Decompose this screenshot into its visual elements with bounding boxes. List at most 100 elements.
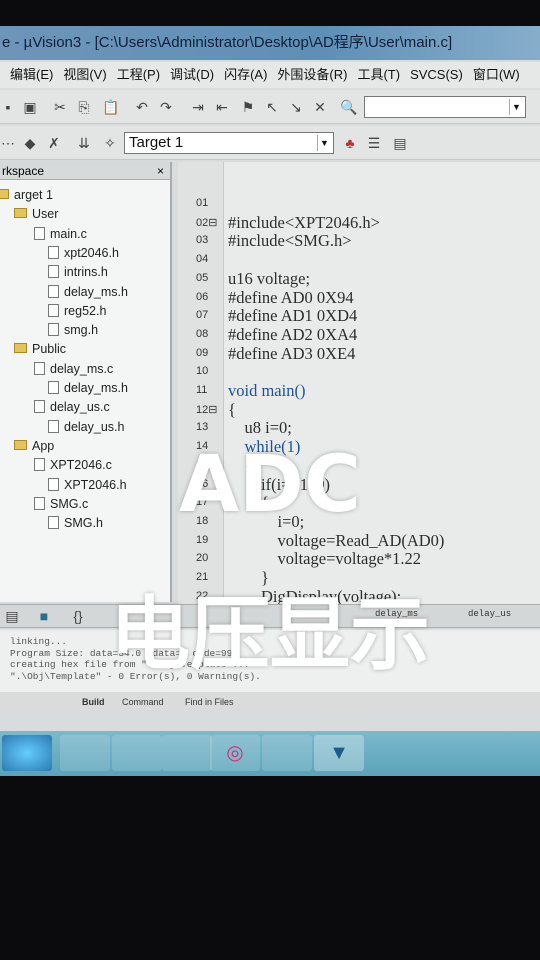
workspace-panel: rkspace × arget 1 User main.c xpt2046.h intr… (0, 162, 172, 602)
line-number: 07 (196, 309, 209, 322)
menu-item[interactable]: 编辑(E) (10, 67, 53, 82)
tree-item-label: arget 1 (14, 188, 53, 202)
tree-item[interactable]: delay_ms.h (48, 379, 128, 397)
manage-components-icon[interactable]: ☰ (366, 135, 382, 151)
tree-item[interactable]: delay_us.c (34, 398, 110, 416)
target-options-icon[interactable]: ♣ (342, 135, 358, 151)
close-icon[interactable]: × (157, 162, 164, 180)
taskbar-rss-icon[interactable]: ◎ (210, 735, 260, 771)
menu-item[interactable]: SVCS(S) (410, 67, 463, 82)
chevron-down-icon[interactable]: ▼ (317, 135, 331, 151)
redo-icon[interactable]: ↷ (158, 99, 174, 115)
folder-icon (0, 189, 9, 199)
tree-item[interactable]: delay_us.h (48, 418, 124, 436)
tree-item-label: reg52.h (64, 303, 107, 318)
menu-item[interactable]: 外围设备(R) (277, 67, 347, 82)
taskbar-app-icon[interactable] (162, 735, 212, 771)
clear-bookmarks-icon[interactable]: ✕ (312, 99, 328, 115)
code-line[interactable]: { (228, 400, 236, 420)
menu-item[interactable]: 窗口(W) (473, 67, 520, 82)
compile-icon[interactable]: ⋯ (0, 135, 16, 151)
target-select[interactable]: Target 1 ▼ (124, 132, 334, 154)
tree-item[interactable]: Public (14, 340, 66, 358)
code-line[interactable]: voltage=Read_AD(AD0) (228, 531, 445, 551)
taskbar-keil-icon[interactable]: ▼ (314, 735, 364, 771)
code-line[interactable]: u16 voltage; (228, 269, 310, 289)
code-line[interactable]: #include<SMG.h> (228, 231, 352, 251)
title-bar: e - µVision3 - [C:\Users\Administrator\D… (0, 26, 540, 60)
books-icon[interactable]: ▤ (392, 135, 408, 151)
download-icon[interactable]: ⇊ (76, 135, 92, 151)
find-in-files-icon[interactable]: 🔍 (340, 99, 357, 115)
cut-icon[interactable]: ✂ (52, 99, 68, 115)
code-line[interactable]: #define AD2 0XA4 (228, 325, 357, 345)
file-icon (48, 284, 59, 298)
line-number: 06 (196, 290, 209, 303)
tab-build[interactable]: Build (82, 692, 105, 712)
tree-item[interactable]: reg52.h (48, 302, 106, 320)
code-line[interactable]: #define AD3 0XE4 (228, 344, 355, 364)
folder-icon (14, 343, 27, 354)
rebuild-icon[interactable]: ✗ (46, 135, 62, 151)
taskbar-explorer-icon[interactable] (60, 735, 110, 771)
code-line[interactable]: #define AD0 0X94 (228, 288, 354, 308)
copy-icon[interactable]: ⎘ (76, 99, 92, 115)
workspace-title: rkspace (2, 164, 45, 178)
unindent-icon[interactable]: ⇤ (214, 99, 230, 115)
tree-item[interactable]: main.c (34, 225, 87, 243)
code-line[interactable]: #define AD1 0XD4 (228, 306, 357, 326)
build-icon[interactable]: ◆ (22, 135, 38, 151)
taskbar: ◎ ▼ (0, 731, 540, 776)
code-editor[interactable]: 01 02⊟ 03 04 05 06 07 08 09 10 11 12⊟ 13 14 15 16 17 18 19… (178, 162, 540, 606)
menu-item[interactable]: 工程(P) (117, 67, 160, 82)
indent-icon[interactable]: ⇥ (190, 99, 206, 115)
taskbar-app-icon[interactable] (112, 735, 162, 771)
menu-item[interactable]: 工具(T) (357, 67, 400, 82)
tree-item[interactable]: xpt2046.h (48, 244, 119, 262)
code-line[interactable]: #include<XPT2046.h> (228, 213, 380, 233)
tree-item[interactable]: delay_ms.h (48, 283, 128, 301)
taskbar-app-icon[interactable] (262, 735, 312, 771)
tab-command[interactable]: Command (122, 692, 164, 712)
tab-find-in-files[interactable]: Find in Files (185, 692, 234, 712)
tree-item-label: delay_us.h (64, 419, 125, 434)
tree-item-label: intrins.h (64, 265, 108, 280)
menu-item[interactable]: 闪存(A) (224, 67, 267, 82)
menu-item[interactable]: 视图(V) (63, 67, 106, 82)
file-icon (48, 323, 59, 337)
file-icon (48, 381, 59, 394)
bookmark-icon[interactable]: ⚑ (240, 99, 256, 115)
tree-item-label: Public (32, 342, 67, 357)
save-icon[interactable]: ▪ (0, 99, 16, 115)
prev-bookmark-icon[interactable]: ↖ (264, 99, 280, 115)
next-bookmark-icon[interactable]: ↘ (288, 99, 304, 115)
start-button[interactable] (2, 735, 52, 771)
chevron-down-icon[interactable]: ▼ (509, 99, 523, 115)
paste-icon[interactable]: 📋 (102, 99, 119, 115)
undo-icon[interactable]: ↶ (134, 99, 150, 115)
line-number: 13 (196, 421, 209, 434)
tree-item-label: delay_ms.h (64, 381, 128, 395)
file-icon (48, 245, 59, 259)
menu-item[interactable]: 调试(D) (170, 67, 214, 82)
line-number: 08 (196, 327, 209, 340)
tree-item-label: delay_ms.c (50, 361, 114, 376)
line-number: 05 (196, 271, 209, 284)
tree-item[interactable]: smg.h (48, 321, 98, 339)
tree-item[interactable]: User (14, 205, 58, 223)
search-combo[interactable]: ▼ (364, 96, 526, 118)
line-number: 11 (196, 384, 208, 396)
window-title: e - µVision3 - [C:\Users\Administrator\D… (2, 34, 453, 51)
tree-item-label: xpt2046.h (64, 245, 119, 260)
save-all-icon[interactable]: ▣ (22, 99, 38, 115)
tree-item-label: main.c (50, 226, 87, 241)
file-icon (34, 400, 45, 414)
code-line[interactable]: voltage=voltage*1.22 (228, 549, 422, 569)
options-wand-icon[interactable]: ✧ (102, 135, 118, 151)
tree-item[interactable]: intrins.h (48, 263, 108, 281)
code-line[interactable]: void main() (228, 381, 305, 401)
line-number: 10 (196, 365, 209, 378)
tree-item[interactable]: delay_ms.c (34, 360, 113, 378)
tree-item[interactable]: arget 1 (0, 186, 53, 204)
code-line[interactable]: u8 i=0; (228, 418, 292, 438)
